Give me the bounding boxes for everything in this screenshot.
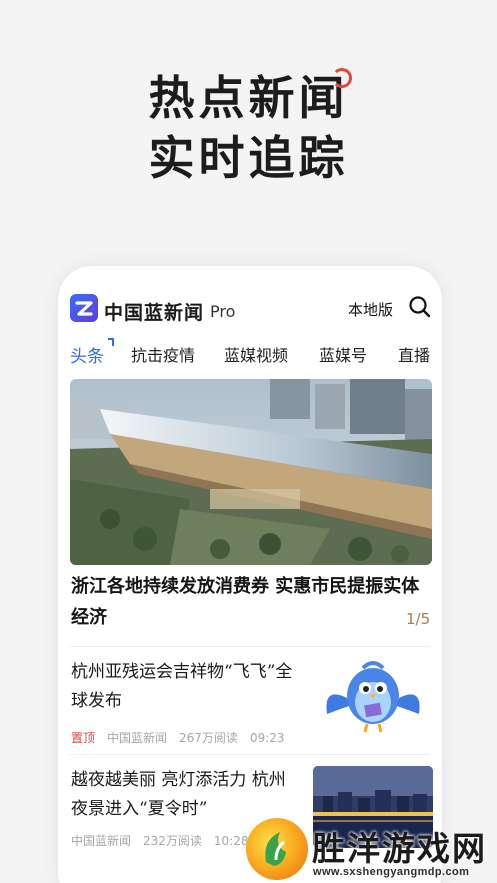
news-meta-2: 中国蓝新闻 232万阅读 10:28 — [71, 832, 261, 849]
tab-blue-media-account[interactable]: 蓝媒号 — [319, 342, 367, 366]
feature-pager: 1/5 — [406, 610, 431, 628]
watermark-url: www.sxshengyangmdp.com — [313, 866, 470, 878]
news-thumbnail-1[interactable] — [313, 656, 433, 738]
app-pro-badge: Pro — [210, 302, 236, 321]
search-icon[interactable] — [408, 295, 432, 319]
watermark-logo-icon — [246, 818, 308, 880]
app-header: 中国蓝新闻 Pro 本地版 — [58, 266, 442, 332]
hero-headline: 热点新闻 实时追踪 — [0, 68, 497, 188]
feature-image[interactable] — [70, 379, 432, 565]
channel-tabs: 头条 抗击疫情 蓝媒视频 蓝媒号 直播 — [58, 338, 442, 370]
tab-blue-media-video[interactable]: 蓝媒视频 — [224, 342, 288, 366]
tab-epidemic[interactable]: 抗击疫情 — [131, 342, 195, 366]
news-reads: 232万阅读 — [143, 834, 202, 848]
app-logo-icon — [70, 294, 98, 322]
pinned-badge: 置顶 — [71, 731, 96, 745]
divider — [70, 754, 430, 755]
feature-title[interactable]: 浙江各地持续发放消费券 实惠市民提振实体经济 — [71, 571, 433, 633]
news-source: 中国蓝新闻 — [107, 731, 168, 745]
local-edition-button[interactable]: 本地版 — [348, 299, 393, 320]
tab-active-marker-icon — [108, 338, 114, 346]
phone-frame: 中国蓝新闻 Pro 本地版 头条 抗击疫情 蓝媒视频 蓝媒号 直播 浙江各地持续… — [58, 266, 442, 883]
watermark-text: 胜洋游戏网 — [312, 829, 487, 868]
news-source: 中国蓝新闻 — [71, 834, 132, 848]
hero-line-1: 热点新闻 — [148, 71, 349, 125]
hero-line-2: 实时追踪 — [148, 131, 349, 185]
news-meta-1: 置顶 中国蓝新闻 267万阅读 09:23 — [71, 729, 297, 746]
tab-live[interactable]: 直播 — [398, 342, 430, 366]
hero-accent-ring-icon — [332, 68, 352, 88]
divider — [70, 646, 430, 647]
news-time: 10:28 — [213, 834, 249, 848]
news-title-2[interactable]: 越夜越美丽 亮灯添活力 杭州夜景进入“夏令时” — [71, 766, 301, 824]
news-time: 09:23 — [249, 731, 285, 745]
site-watermark: 胜洋游戏网 www.sxshengyangmdp.com — [246, 818, 497, 883]
app-name: 中国蓝新闻 — [104, 302, 205, 324]
tab-headlines[interactable]: 头条 — [70, 342, 104, 367]
news-reads: 267万阅读 — [179, 731, 238, 745]
news-title-1[interactable]: 杭州亚残运会吉祥物“飞飞”全球发布 — [71, 658, 301, 716]
